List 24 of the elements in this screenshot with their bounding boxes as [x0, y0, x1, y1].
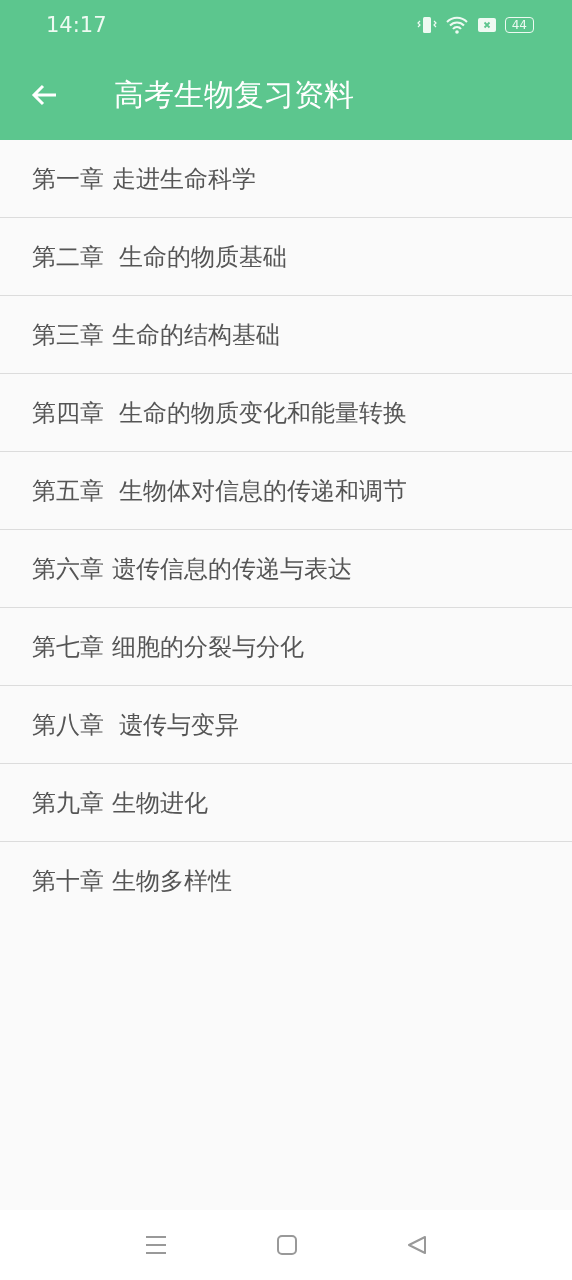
chapter-item[interactable]: 第一章 走进生命科学: [0, 140, 572, 218]
home-button[interactable]: [277, 1235, 297, 1255]
chapter-item[interactable]: 第五章 生物体对信息的传递和调节: [0, 452, 572, 530]
chapter-item[interactable]: 第七章 细胞的分裂与分化: [0, 608, 572, 686]
chapter-item[interactable]: 第六章 遗传信息的传递与表达: [0, 530, 572, 608]
chapter-item[interactable]: 第三章 生命的结构基础: [0, 296, 572, 374]
vibrate-icon: [416, 15, 437, 35]
back-arrow-icon: [30, 83, 58, 107]
chapter-item[interactable]: 第二章 生命的物质基础: [0, 218, 572, 296]
status-time: 14:17: [46, 13, 107, 37]
chapter-item[interactable]: 第八章 遗传与变异: [0, 686, 572, 764]
wifi-icon: [444, 15, 469, 35]
chapter-item[interactable]: 第十章 生物多样性: [0, 842, 572, 919]
chapter-item[interactable]: 第九章 生物进化: [0, 764, 572, 842]
menu-icon: [145, 1235, 167, 1255]
app-title: 高考生物复习资料: [114, 75, 354, 114]
triangle-icon: [407, 1235, 427, 1255]
sim-card-icon: [476, 16, 497, 34]
square-icon: [277, 1235, 297, 1255]
back-nav-button[interactable]: [407, 1235, 427, 1255]
menu-button[interactable]: [145, 1235, 167, 1255]
chapter-item[interactable]: 第四章 生命的物质变化和能量转换: [0, 374, 572, 452]
back-button[interactable]: [30, 83, 58, 107]
battery-indicator: 44: [504, 17, 534, 33]
